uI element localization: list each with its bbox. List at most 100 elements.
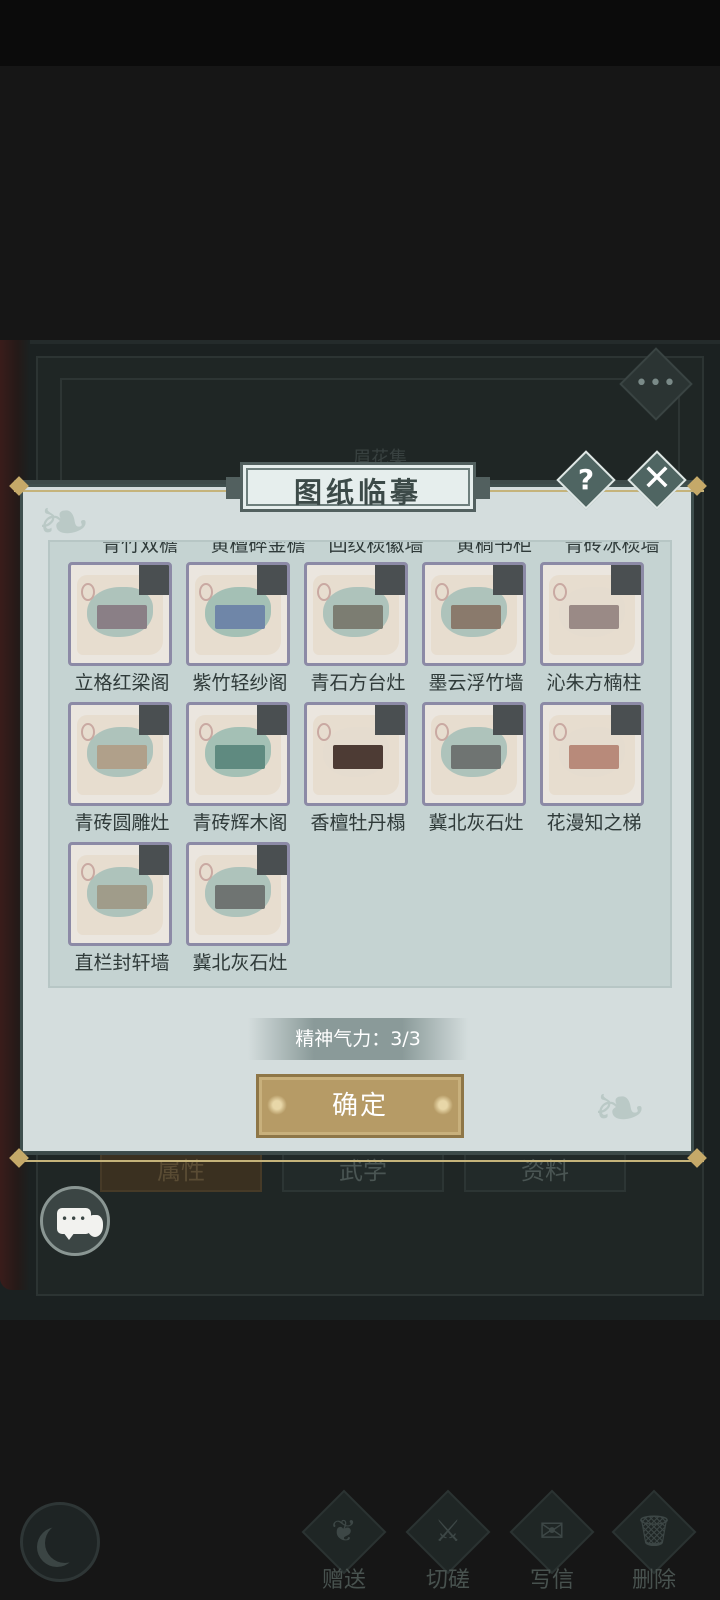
blueprint-thumbnail: [422, 702, 526, 806]
confirm-label: 确定: [331, 1091, 388, 1121]
seal-icon: [317, 583, 331, 601]
vase-icon: [87, 1215, 103, 1237]
seal-icon: [81, 863, 95, 881]
blueprint-item[interactable]: 立格红梁阁: [50, 562, 172, 700]
seal-icon: [435, 723, 449, 741]
seal-icon: [199, 863, 213, 881]
blueprint-item[interactable]: 沁朱方楠柱: [522, 562, 644, 700]
blueprint-thumbnail: [68, 842, 172, 946]
back-arrow-icon: [45, 1523, 85, 1563]
building-model-icon: [333, 605, 383, 629]
corner-tag: [139, 705, 169, 735]
corner-tag: [611, 565, 641, 595]
item-label: 冀北灰石灶: [428, 812, 524, 834]
flower-icon: [433, 1095, 453, 1115]
item-label: 青砖辉木阁: [192, 812, 288, 834]
more-dots-icon: •••: [635, 371, 677, 396]
corner-tag: [493, 565, 523, 595]
blueprint-list[interactable]: 青竹双檐 黄檀碎金檐 回纹棂徽墙 黄榈书柜 青砖冰棂墙 立格红梁阁 紫竹轻纱阁 青石…: [48, 540, 672, 988]
item-label: 青石方台灶: [310, 672, 406, 694]
flower-icon: [267, 1095, 287, 1115]
building-model-icon: [215, 605, 265, 629]
item-label: 沁朱方楠柱: [546, 672, 642, 694]
blueprint-item[interactable]: 直栏封轩墙: [50, 842, 172, 980]
back-button[interactable]: [20, 1502, 100, 1582]
building-model-icon: [97, 745, 147, 769]
blueprint-item[interactable]: 冀北灰石灶: [168, 842, 290, 980]
item-label: 黄檀碎金檐: [210, 540, 306, 556]
question-icon: ?: [577, 463, 595, 496]
blueprint-item[interactable]: 冀北灰石灶: [404, 702, 526, 840]
building-model-icon: [215, 745, 265, 769]
corner-tag: [375, 565, 405, 595]
seal-icon: [553, 723, 567, 741]
corner-tag: [257, 565, 287, 595]
corner-tag: [257, 845, 287, 875]
seal-icon: [199, 723, 213, 741]
building-model-icon: [333, 745, 383, 769]
building-model-icon: [97, 605, 147, 629]
blueprint-thumbnail: [422, 562, 526, 666]
delete-label: 删除: [631, 1568, 676, 1593]
item-label: 花漫知之梯: [546, 812, 642, 834]
seal-icon: [81, 723, 95, 741]
blueprint-item[interactable]: 青砖圆雕灶: [50, 702, 172, 840]
write-letter-label: 写信: [529, 1568, 574, 1593]
blueprint-thumbnail: [68, 562, 172, 666]
item-label: 紫竹轻纱阁: [192, 672, 288, 694]
chat-dots-icon: •••: [61, 1212, 89, 1226]
blueprint-item[interactable]: 青砖辉木阁: [168, 702, 290, 840]
corner-tag: [493, 705, 523, 735]
blueprint-thumbnail: [540, 562, 644, 666]
seal-icon: [317, 723, 331, 741]
item-label: 黄榈书柜: [455, 540, 532, 556]
corner-tag: [611, 705, 641, 735]
blueprint-item[interactable]: 香檀牡丹榻: [286, 702, 408, 840]
item-label: 香檀牡丹榻: [310, 812, 406, 834]
building-model-icon: [569, 745, 619, 769]
corner-tag: [375, 705, 405, 735]
spar-button[interactable]: ⚔ 切磋: [400, 1489, 496, 1596]
blueprint-item[interactable]: 墨云浮竹墙: [404, 562, 526, 700]
chat-button[interactable]: •••: [40, 1186, 110, 1256]
seal-icon: [435, 583, 449, 601]
blueprint-thumbnail: [68, 702, 172, 806]
corner-tag: [139, 845, 169, 875]
blueprint-thumbnail: [304, 562, 408, 666]
corner-tag: [139, 565, 169, 595]
item-label: 青砖圆雕灶: [74, 812, 170, 834]
blueprint-item[interactable]: 青石方台灶: [286, 562, 408, 700]
building-model-icon: [451, 745, 501, 769]
gift-label: 赠送: [321, 1568, 366, 1593]
item-label: 冀北灰石灶: [192, 952, 288, 974]
building-model-icon: [215, 885, 265, 909]
item-label: 回纹棂徽墙: [328, 540, 424, 556]
blueprint-thumbnail: [186, 702, 290, 806]
item-label: 青砖冰棂墙: [564, 540, 660, 556]
close-icon: ✕: [641, 458, 673, 499]
dialog-title-plaque: 图纸临摹: [226, 462, 490, 512]
building-model-icon: [569, 605, 619, 629]
blueprint-thumbnail: [186, 562, 290, 666]
spar-label: 切磋: [425, 1568, 470, 1593]
gift-button[interactable]: ❦ 赠送: [296, 1489, 392, 1596]
confirm-button[interactable]: 确定: [256, 1074, 464, 1138]
item-label: 直栏封轩墙: [74, 952, 170, 974]
write-letter-button[interactable]: ✉ 写信: [504, 1489, 600, 1596]
seal-icon: [199, 583, 213, 601]
building-model-icon: [97, 885, 147, 909]
item-label: 青竹双檐: [101, 540, 178, 556]
corner-tag: [257, 705, 287, 735]
scrolled-row-labels: 青竹双檐 黄檀碎金檐 回纹棂徽墙 黄榈书柜 青砖冰棂墙: [50, 540, 670, 560]
seal-icon: [553, 583, 567, 601]
dialog-title: 图纸临摹: [293, 476, 422, 509]
blueprint-thumbnail: [186, 842, 290, 946]
status-bar: [0, 0, 720, 66]
item-label: 立格红梁阁: [74, 672, 170, 694]
stamina-indicator: 精神气力：3/3: [248, 1018, 468, 1060]
blueprint-item[interactable]: 花漫知之梯: [522, 702, 644, 840]
building-model-icon: [451, 605, 501, 629]
delete-button[interactable]: 🗑 删除: [606, 1489, 702, 1596]
blueprint-item[interactable]: 紫竹轻纱阁: [168, 562, 290, 700]
blueprint-thumbnail: [304, 702, 408, 806]
